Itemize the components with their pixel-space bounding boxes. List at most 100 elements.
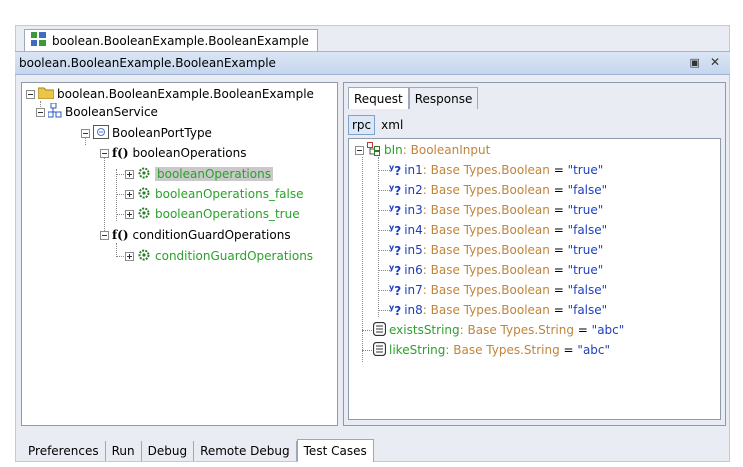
field-type: Base Types.Boolean: [430, 243, 550, 257]
string-field-icon: [372, 341, 387, 359]
service-label: BooleanService: [65, 105, 158, 119]
collapse-icon[interactable]: [36, 107, 45, 117]
tab-run[interactable]: Run: [106, 441, 142, 461]
tab-rpc[interactable]: rpc: [348, 115, 376, 135]
tree-connector: [116, 256, 124, 257]
tree-connector: [116, 243, 117, 255]
tree-connector: [362, 350, 372, 351]
field-type: Base Types.Boolean: [430, 303, 550, 317]
field-value[interactable]: "true": [568, 203, 604, 217]
tree-operation[interactable]: conditionGuardOperations: [125, 247, 313, 265]
group-label: booleanOperations: [132, 146, 247, 160]
function-icon: f(): [112, 228, 129, 242]
tab-request[interactable]: Request: [348, 87, 409, 109]
operation-label: booleanOperations_true: [155, 207, 300, 221]
group-label: conditionGuardOperations: [132, 228, 291, 242]
collapse-icon[interactable]: [26, 89, 35, 99]
field-value[interactable]: "true": [568, 243, 604, 257]
field-value[interactable]: "false": [568, 283, 608, 297]
restore-icon[interactable]: ▣: [690, 56, 700, 69]
field-name: in3: [404, 203, 423, 217]
collapse-icon[interactable]: [100, 230, 109, 240]
field-name: in6: [404, 263, 423, 277]
port-type-label: BooleanPortType: [112, 126, 212, 140]
field-row[interactable]: y? in8: Base Types.Boolean = "false": [389, 301, 607, 319]
field-name: in4: [404, 223, 423, 237]
optional-field-icon: y?: [389, 162, 402, 178]
tree-connector: [378, 157, 379, 317]
field-type: Base Types.Boolean: [430, 223, 550, 237]
collapse-icon[interactable]: [355, 145, 364, 155]
operation-gear-icon: [137, 166, 151, 183]
rpc-tree[interactable]: bIn: BooleanInput y? in1: Base Types.Bool…: [348, 138, 721, 420]
field-value[interactable]: "false": [568, 223, 608, 237]
tab-debug[interactable]: Debug: [142, 441, 195, 461]
field-value[interactable]: "false": [568, 183, 608, 197]
tree-operation[interactable]: booleanOperations_false: [125, 185, 304, 203]
tab-test-cases[interactable]: Test Cases: [296, 439, 374, 462]
root-element-row[interactable]: bIn: BooleanInput: [355, 141, 490, 159]
tree-port-type[interactable]: BooleanPortType: [81, 124, 212, 142]
operation-gear-icon: [137, 206, 151, 223]
field-row[interactable]: existsString: Base Types.String = "abc": [372, 321, 625, 339]
tree-service[interactable]: BooleanService: [36, 102, 158, 122]
expand-icon[interactable]: [125, 189, 134, 199]
tree-operation[interactable]: booleanOperations_true: [125, 205, 300, 223]
element-name: bIn: [384, 143, 403, 157]
tab-preferences[interactable]: Preferences: [22, 441, 106, 461]
expand-icon[interactable]: [125, 209, 134, 219]
panel-title: boolean.BooleanExample.BooleanExample: [19, 56, 276, 70]
field-row[interactable]: y? in4: Base Types.Boolean = "false": [389, 221, 607, 239]
field-value[interactable]: "abc": [577, 343, 610, 357]
service-tree[interactable]: boolean.BooleanExample.BooleanExample Bo…: [21, 82, 338, 426]
field-row[interactable]: y? in7: Base Types.Boolean = "false": [389, 281, 607, 299]
function-icon: f(): [112, 146, 129, 160]
field-row[interactable]: y? in2: Base Types.Boolean = "false": [389, 181, 607, 199]
optional-field-icon: y?: [389, 182, 402, 198]
tree-root[interactable]: boolean.BooleanExample.BooleanExample: [26, 85, 314, 103]
tab-xml[interactable]: xml: [377, 115, 407, 135]
format-tabs: rpc xml: [348, 115, 407, 135]
collapse-icon[interactable]: [100, 148, 109, 158]
operation-label: conditionGuardOperations: [155, 249, 314, 263]
field-type: Base Types.Boolean: [430, 283, 550, 297]
tree-connector: [362, 330, 372, 331]
field-row[interactable]: y? in6: Base Types.Boolean = "true": [389, 261, 603, 279]
document-tab-label: boolean.BooleanExample.BooleanExample: [52, 33, 309, 48]
field-name: in1: [404, 163, 423, 177]
service-node-icon: [47, 102, 62, 122]
tree-connector: [116, 194, 124, 195]
tab-remote-debug[interactable]: Remote Debug: [194, 441, 297, 461]
folder-icon: [37, 86, 55, 102]
expand-icon[interactable]: [125, 251, 134, 261]
field-name: likeString: [389, 343, 446, 357]
tree-group-condition-guard[interactable]: f() conditionGuardOperations: [100, 226, 291, 244]
field-row[interactable]: likeString: Base Types.String = "abc": [372, 341, 610, 359]
tree-connector: [116, 174, 124, 175]
field-type: Base Types.String: [453, 343, 560, 357]
tree-operation[interactable]: booleanOperations: [125, 165, 273, 183]
collapse-icon[interactable]: [81, 128, 90, 138]
field-name: in5: [404, 243, 423, 257]
document-tab[interactable]: boolean.BooleanExample.BooleanExample: [24, 29, 318, 51]
message-editor: Request Response rpc xml bIn: BooleanInp…: [343, 82, 726, 426]
operation-gear-icon: [137, 248, 151, 265]
field-value[interactable]: "true": [568, 263, 604, 277]
field-value[interactable]: "abc": [592, 323, 625, 337]
field-name: in2: [404, 183, 423, 197]
bottom-tab-bar: Preferences Run Debug Remote Debug Test …: [22, 439, 374, 462]
field-value[interactable]: "false": [568, 303, 608, 317]
optional-field-icon: y?: [389, 202, 402, 218]
tree-connector: [362, 157, 363, 362]
element-type: BooleanInput: [410, 143, 491, 157]
field-name: in7: [404, 283, 423, 297]
tab-response[interactable]: Response: [408, 87, 479, 109]
tree-group-boolean-operations[interactable]: f() booleanOperations: [100, 144, 246, 162]
field-row[interactable]: y? in3: Base Types.Boolean = "true": [389, 201, 603, 219]
field-row[interactable]: y? in5: Base Types.Boolean = "true": [389, 241, 603, 259]
expand-icon[interactable]: [125, 169, 134, 179]
field-name: in8: [404, 303, 423, 317]
close-icon[interactable]: ✕: [710, 55, 720, 69]
field-row[interactable]: y? in1: Base Types.Boolean = "true": [389, 161, 603, 179]
field-value[interactable]: "true": [568, 163, 604, 177]
